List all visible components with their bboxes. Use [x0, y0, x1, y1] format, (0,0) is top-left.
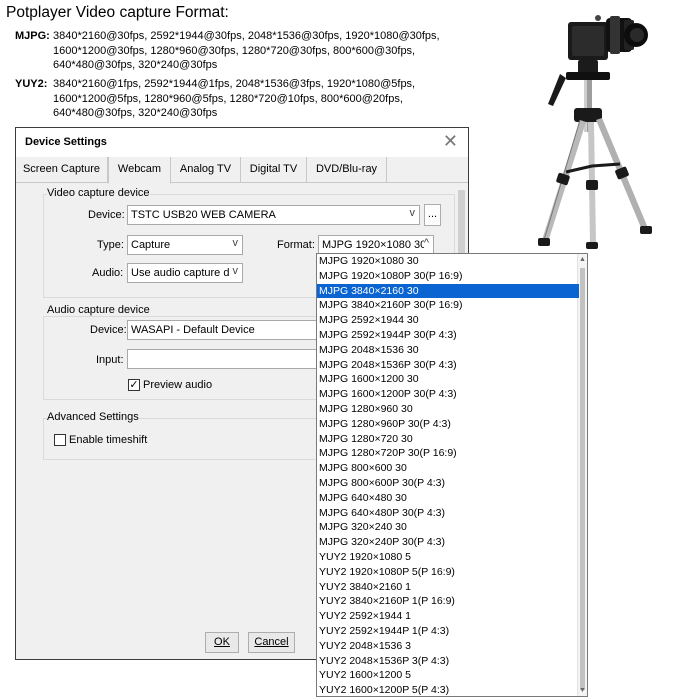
- tab-dvd-bluray[interactable]: DVD/Blu-ray: [307, 157, 387, 183]
- format-option[interactable]: YUY2 2592×1944 1: [317, 609, 579, 624]
- tab-webcam[interactable]: Webcam: [108, 157, 171, 184]
- format-option[interactable]: MJPG 1600×1200 30: [317, 372, 579, 387]
- chevron-down-icon: v: [232, 237, 239, 249]
- mjpg-line-2: 1600*1200@30fps, 1280*960@30fps, 1280*72…: [53, 44, 416, 57]
- video-device-value: TSTC USB20 WEB CAMERA: [131, 209, 276, 221]
- preview-audio-checkbox[interactable]: ✓: [128, 379, 140, 391]
- chevron-down-icon: v: [409, 207, 416, 219]
- format-option[interactable]: MJPG 640×480P 30(P 4:3): [317, 506, 579, 521]
- tab-analog-tv[interactable]: Analog TV: [171, 157, 241, 183]
- type-select[interactable]: Capture v: [127, 235, 243, 255]
- tab-digital-tv[interactable]: Digital TV: [241, 157, 307, 183]
- dialog-titlebar: Device Settings ✕: [16, 128, 468, 157]
- yuy2-line-2: 1600*1200@5fps, 1280*960@5fps, 1280*720@…: [53, 92, 403, 105]
- format-option[interactable]: MJPG 800×600 30: [317, 461, 579, 476]
- format-option[interactable]: MJPG 800×600P 30(P 4:3): [317, 476, 579, 491]
- close-icon[interactable]: ✕: [443, 131, 458, 151]
- enable-timeshift-checkbox[interactable]: [54, 434, 66, 446]
- audio-input-field[interactable]: [127, 349, 317, 369]
- format-option[interactable]: MJPG 1600×1200P 30(P 4:3): [317, 387, 579, 402]
- video-device-select[interactable]: TSTC USB20 WEB CAMERA v: [127, 205, 420, 225]
- format-option[interactable]: MJPG 1920×1080 30: [317, 254, 579, 269]
- format-option[interactable]: MJPG 1280×960 30: [317, 402, 579, 417]
- type-label: Type:: [97, 239, 124, 251]
- checkmark-icon: ✓: [129, 379, 139, 391]
- format-option[interactable]: YUY2 2048×1536P 3(P 4:3): [317, 654, 579, 669]
- page-title: Potplayer Video capture Format:: [6, 4, 229, 21]
- format-option[interactable]: MJPG 3840×2160 30: [317, 283, 579, 299]
- format-option[interactable]: YUY2 1600×1200P 5(P 4:3): [317, 683, 579, 696]
- yuy2-label: YUY2:: [15, 78, 48, 90]
- scroll-up-icon[interactable]: ▲: [579, 256, 586, 263]
- format-select[interactable]: MJPG 1920×1080 30 ^: [318, 235, 434, 255]
- format-option[interactable]: YUY2 1920×1080P 5(P 16:9): [317, 565, 579, 580]
- format-option[interactable]: MJPG 320×240P 30(P 4:3): [317, 535, 579, 550]
- format-option[interactable]: YUY2 2592×1944P 1(P 4:3): [317, 624, 579, 639]
- input-label: Input:: [96, 354, 124, 366]
- yuy2-line-3: 640*480@30fps, 320*240@30fps: [53, 107, 218, 119]
- format-option[interactable]: MJPG 2048×1536P 30(P 4:3): [317, 358, 579, 373]
- mjpg-label: MJPG:: [15, 30, 50, 42]
- format-option[interactable]: YUY2 3840×2160P 1(P 16:9): [317, 594, 579, 609]
- format-option[interactable]: MJPG 640×480 30: [317, 491, 579, 506]
- browse-device-button[interactable]: ...: [424, 204, 441, 226]
- format-option[interactable]: MJPG 3840×2160P 30(P 16:9): [317, 298, 579, 313]
- audio-label: Audio:: [92, 267, 124, 279]
- preview-audio-label: Preview audio: [143, 379, 213, 391]
- ok-button[interactable]: OK: [205, 632, 239, 653]
- yuy2-line-1: 3840*2160@1fps, 2592*1944@1fps, 2048*153…: [53, 78, 416, 90]
- video-capture-group-title: Video capture device: [47, 187, 150, 199]
- audio-value: Use audio capture d: [131, 267, 230, 279]
- advanced-settings-title: Advanced Settings: [47, 411, 139, 423]
- chevron-up-icon: ^: [423, 237, 429, 249]
- format-option[interactable]: MJPG 2592×1944 30: [317, 313, 579, 328]
- dialog-title: Device Settings: [25, 136, 107, 148]
- mjpg-line-1: 3840*2160@30fps, 2592*1944@30fps, 2048*1…: [53, 30, 440, 42]
- type-value: Capture: [131, 239, 171, 251]
- audio-device-value: WASAPI - Default Device: [131, 324, 255, 336]
- format-option[interactable]: YUY2 3840×2160 1: [317, 580, 579, 595]
- format-option[interactable]: YUY2 2048×1536 3: [317, 639, 579, 654]
- enable-timeshift-label: Enable timeshift: [69, 434, 148, 446]
- audio-select[interactable]: Use audio capture d v: [127, 263, 243, 283]
- format-option[interactable]: YUY2 1920×1080 5: [317, 550, 579, 565]
- tab-screen-capture[interactable]: Screen Capture: [16, 157, 108, 183]
- mjpg-line-3: 640*480@30fps, 320*240@30fps: [53, 59, 218, 71]
- audio-device-select[interactable]: WASAPI - Default Device: [127, 320, 317, 340]
- format-label: Format:: [277, 239, 315, 251]
- format-option[interactable]: MJPG 1920×1080P 30(P 16:9): [317, 269, 579, 284]
- format-option[interactable]: MJPG 320×240 30: [317, 520, 579, 535]
- audio-device-label: Device:: [90, 324, 127, 336]
- audio-capture-group-title: Audio capture device: [47, 304, 150, 316]
- cancel-button[interactable]: Cancel: [248, 632, 295, 653]
- format-value: MJPG 1920×1080 30: [322, 239, 427, 251]
- format-option[interactable]: MJPG 2592×1944P 30(P 4:3): [317, 328, 579, 343]
- chevron-down-icon: v: [232, 265, 239, 277]
- scroll-down-icon[interactable]: ▼: [579, 687, 586, 694]
- format-dropdown-list[interactable]: ▲ ▼ MJPG 1920×1080 30 MJPG 1920×1080P 30(…: [316, 253, 588, 697]
- format-option[interactable]: MJPG 2048×1536 30: [317, 343, 579, 358]
- format-option[interactable]: MJPG 1280×960P 30(P 4:3): [317, 417, 579, 432]
- webcam-on-tripod-icon: [538, 15, 652, 249]
- tab-bar: Screen Capture Webcam Analog TV Digital …: [16, 157, 468, 184]
- format-option[interactable]: MJPG 1280×720P 30(P 16:9): [317, 446, 579, 461]
- format-option[interactable]: MJPG 1280×720 30: [317, 432, 579, 447]
- dropdown-scroll-thumb[interactable]: [580, 268, 585, 690]
- device-label: Device:: [88, 209, 125, 221]
- format-option[interactable]: YUY2 1600×1200 5: [317, 668, 579, 683]
